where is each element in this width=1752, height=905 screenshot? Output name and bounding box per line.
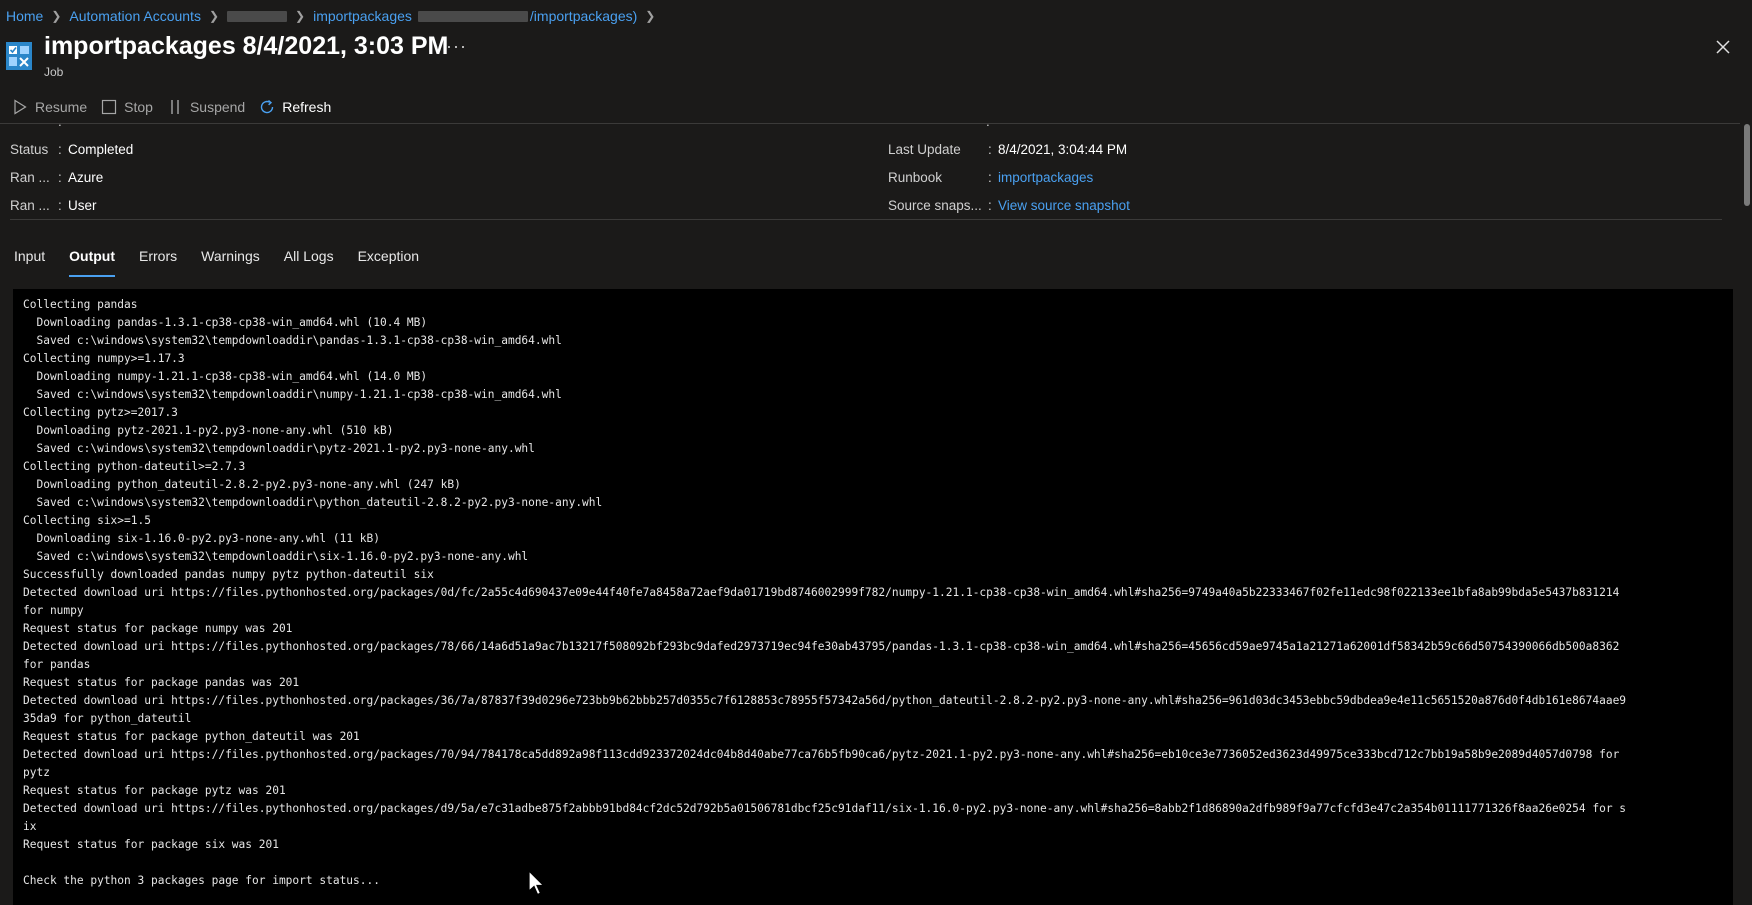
play-icon <box>12 99 28 115</box>
source-snapshot-label: Source snaps... <box>888 198 982 213</box>
properties-divider <box>10 219 1722 220</box>
tab-output[interactable]: Output <box>69 248 115 277</box>
prop-sep: : <box>58 198 62 213</box>
chevron-right-icon: ❯ <box>51 9 62 23</box>
tab-exception[interactable]: Exception <box>358 248 419 274</box>
page-title: importpackages 8/4/2021, 3:03 PM <box>44 32 449 60</box>
prop-sep: : <box>58 142 62 157</box>
ran-by-label: Ran ... <box>10 198 50 213</box>
tab-errors[interactable]: Errors <box>139 248 177 274</box>
status-label: Status <box>10 142 49 157</box>
prop-sep: : <box>988 170 992 185</box>
breadcrumb-job-suffix: /importpackages) <box>529 8 638 24</box>
breadcrumb-automation-accounts[interactable]: Automation Accounts <box>69 8 201 24</box>
ran-by-value: User <box>68 198 97 213</box>
breadcrumb-home[interactable]: Home <box>6 8 43 24</box>
refresh-button[interactable]: Refresh <box>259 99 331 115</box>
status-value: Completed <box>68 142 134 157</box>
ran-on-label: Ran ... <box>10 170 50 185</box>
more-options-button[interactable]: ··· <box>446 36 467 57</box>
chevron-right-icon: ❯ <box>295 9 306 23</box>
prop-row-created-cut: : <box>886 124 996 129</box>
automation-job-icon <box>6 42 32 70</box>
prop-row-runbook: Runbook : importpackages <box>888 170 1093 185</box>
tab-warnings[interactable]: Warnings <box>201 248 260 274</box>
breadcrumb: Home ❯ Automation Accounts ❯ ❯ importpac… <box>6 6 663 26</box>
output-pane[interactable]: Collecting pandas Downloading pandas-1.3… <box>13 289 1733 905</box>
page-subtitle: Job <box>44 65 64 79</box>
runbook-link[interactable]: importpackages <box>998 170 1093 185</box>
prop-sep: : <box>58 170 62 185</box>
prop-row-id-cut: : <box>10 124 68 129</box>
refresh-label: Refresh <box>282 99 332 115</box>
refresh-icon <box>259 99 275 115</box>
suspend-button[interactable]: Suspend <box>167 99 245 115</box>
prop-sep: : <box>988 142 992 157</box>
command-bar: Resume Stop Suspend Refresh <box>12 96 345 118</box>
stop-button[interactable]: Stop <box>101 99 153 115</box>
runbook-label: Runbook <box>888 170 943 185</box>
prop-row-last-update: Last Update : 8/4/2021, 3:04:44 PM <box>888 142 1127 157</box>
prop-row-ran-on: Ran ... : Azure <box>10 170 103 185</box>
prop-row-status: Status : Completed <box>10 142 133 157</box>
prop-sep: : <box>58 124 68 129</box>
suspend-label: Suspend <box>189 99 246 115</box>
last-update-value: 8/4/2021, 3:04:44 PM <box>998 142 1128 157</box>
mouse-pointer-icon <box>528 870 545 896</box>
prop-label-cut <box>886 124 986 129</box>
breadcrumb-job-link[interactable]: importpackages /importpackages) <box>313 8 637 24</box>
ellipsis-icon: ··· <box>446 36 467 56</box>
breadcrumb-redacted-id <box>417 10 528 22</box>
breadcrumb-redacted-account[interactable] <box>227 10 288 22</box>
prop-row-source-snapshot: Source snaps... : View source snapshot <box>888 198 1130 213</box>
pause-icon <box>167 99 183 115</box>
last-update-label: Last Update <box>888 142 961 157</box>
prop-sep: : <box>988 198 992 213</box>
prop-row-ran-by: Ran ... : User <box>10 198 97 213</box>
prop-label-cut <box>10 124 58 129</box>
output-log-text: Collecting pandas Downloading pandas-1.3… <box>23 298 1627 887</box>
resume-button[interactable]: Resume <box>12 99 87 115</box>
vertical-scrollbar[interactable] <box>1741 124 1752 905</box>
job-properties: : : Status : Completed Ran ... : Azure R… <box>0 124 1740 218</box>
close-button[interactable] <box>1712 36 1734 58</box>
close-icon <box>1716 40 1730 54</box>
stop-label: Stop <box>124 99 153 115</box>
ran-on-value: Azure <box>68 170 104 185</box>
chevron-right-icon: ❯ <box>208 9 220 23</box>
resume-label: Resume <box>35 99 88 115</box>
stop-icon <box>101 99 117 115</box>
tab-all-logs[interactable]: All Logs <box>284 248 334 274</box>
tab-input[interactable]: Input <box>14 248 45 274</box>
output-tabs: Input Output Errors Warnings All Logs Ex… <box>0 248 429 277</box>
breadcrumb-job-name: importpackages <box>313 8 412 24</box>
scrollbar-thumb[interactable] <box>1744 124 1750 206</box>
view-source-snapshot-link[interactable]: View source snapshot <box>998 198 1130 213</box>
prop-sep: : <box>986 124 996 129</box>
chevron-right-icon: ❯ <box>645 9 656 23</box>
